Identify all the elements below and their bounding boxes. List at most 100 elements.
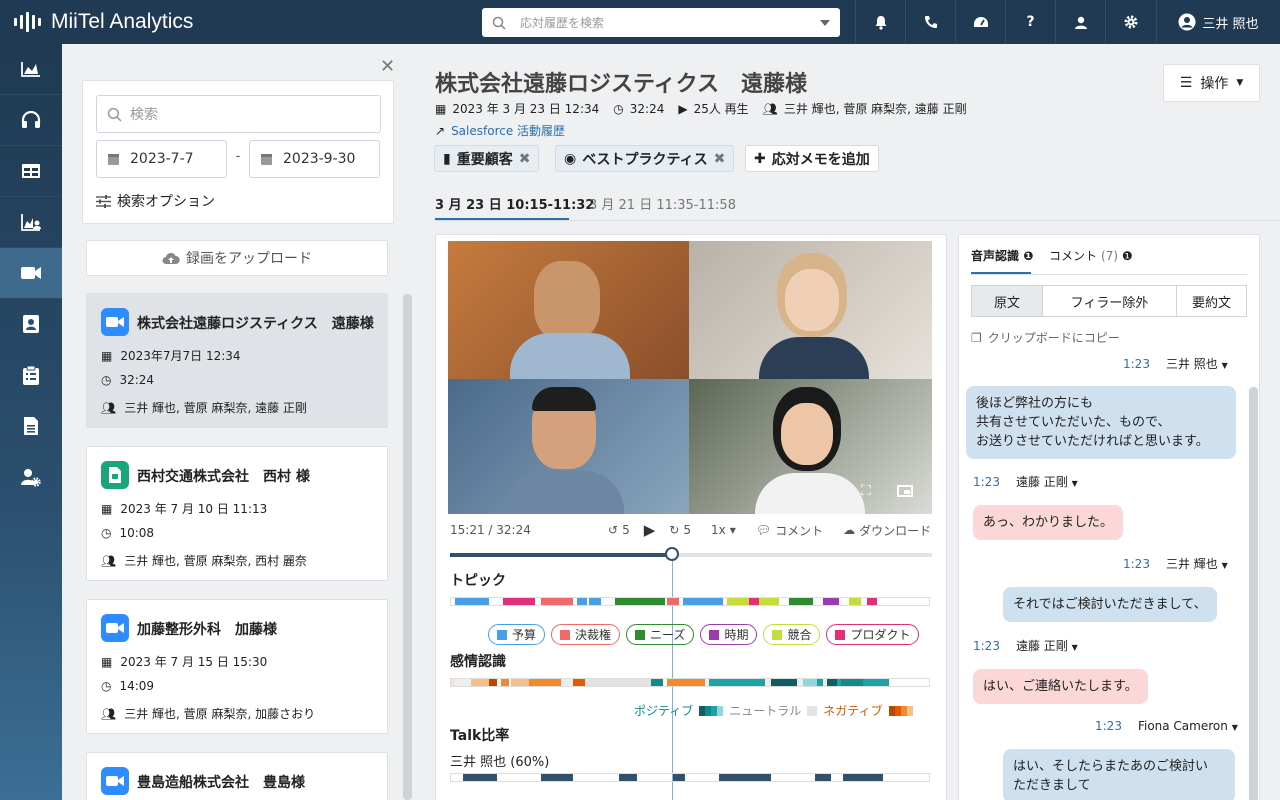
calendar-icon: ▦ [101, 348, 113, 363]
tag-best-practice[interactable]: ◉ ベストプラクティス ✖ [555, 145, 735, 172]
nav-user-settings[interactable] [0, 452, 62, 503]
nav-analytics[interactable] [0, 44, 62, 95]
speaker-name[interactable]: 遠藤 正剛 ▼ [1016, 473, 1078, 490]
date-from-field[interactable]: 2023-7-7 [96, 140, 227, 178]
recording-item-3[interactable]: 加藤整形外科 加藤様 ▦ 2023 年 7 月 15 日 15:30 ◷ 14:09… [86, 599, 388, 734]
play-button[interactable]: ▶ [644, 521, 656, 539]
search-options-button[interactable]: 検索オプション [96, 191, 215, 211]
nav-recordings[interactable] [0, 248, 62, 299]
speaker-name[interactable]: 三井 輝也 ▼ [1166, 555, 1228, 572]
copy-to-clipboard[interactable]: ❐ クリップボードにコピー [971, 329, 1120, 346]
legend-authority[interactable]: 決裁権 [551, 624, 621, 645]
nav-documents[interactable] [0, 401, 62, 452]
salesforce-label: Salesforce 活動履歴 [451, 124, 566, 138]
speaker-name[interactable]: 遠藤 正剛 ▼ [1016, 637, 1078, 654]
message-header: 1:23 三井 照也 ▼ [1123, 355, 1228, 372]
recording-item-1[interactable]: 株式会社遠藤ロジスティクス 遠藤様 ▦ 2023年7月7日 12:34 ◷ 32:2… [86, 293, 388, 428]
transcript-card: 音声認識 ❶ コメント (7) ❶ 原文 フィラー除外 要約文 ❐ クリップボードに… [958, 234, 1260, 800]
speed-select[interactable]: 1x ▼ [711, 523, 736, 537]
speed-value: 1x [710, 523, 726, 537]
player-card: ⛶ 15:21 / 32:24 ↺ 5 ▶ ↻ 5 1x ▼ 💬︎ コメント ☁ ダウンロ… [435, 234, 947, 800]
topic-timeline[interactable] [450, 597, 930, 606]
progress-track[interactable] [450, 553, 932, 557]
gear-icon[interactable] [1105, 0, 1155, 44]
list-search-field[interactable]: 検索 [96, 95, 381, 133]
nav-contacts[interactable] [0, 299, 62, 350]
tab-session-2[interactable]: 3 月 21 日 11:35-11:58 [589, 194, 736, 213]
tab-session-1[interactable]: 3 月 23 日 10:15-11:32 [435, 194, 594, 213]
nav-tasks[interactable] [0, 350, 62, 401]
video-player[interactable]: ⛶ [448, 241, 932, 514]
plus-icon: ✚ [754, 150, 766, 167]
recording-item-2[interactable]: 西村交通株式会社 西村 様 ▦ 2023 年 7 月 10 日 11:13 ◷ 10… [86, 446, 388, 581]
remove-tag-icon[interactable]: ✖ [714, 151, 726, 167]
recording-date: 2023 年 7 月 15 日 15:30 [120, 655, 268, 669]
nav-reports[interactable] [0, 197, 62, 248]
tab-speech-recognition[interactable]: 音声認識 ❶ [971, 247, 1033, 264]
users-icon: 👥︎ [101, 553, 117, 568]
message-time[interactable]: 1:23 [973, 639, 1000, 653]
message-time[interactable]: 1:23 [1095, 719, 1122, 733]
talk-timeline[interactable] [450, 773, 930, 782]
forward-button[interactable]: ↻ 5 [669, 523, 691, 537]
remove-tag-icon[interactable]: ✖ [519, 151, 531, 167]
message-time[interactable]: 1:23 [973, 475, 1000, 489]
speaker-name[interactable]: Fiona Cameron ▼ [1138, 719, 1238, 733]
tab-comments[interactable]: コメント (7) ❶ [1049, 247, 1133, 264]
app-logo[interactable]: MiiTel Analytics [14, 0, 193, 44]
mode-original[interactable]: 原文 [971, 285, 1043, 317]
recording-item-4[interactable]: 豊島造船株式会社 豊島様 [86, 752, 388, 800]
legend-timing[interactable]: 時期 [700, 624, 758, 645]
close-icon[interactable]: ✕ [380, 56, 395, 77]
nav-table[interactable] [0, 146, 62, 197]
mode-filler-removed[interactable]: フィラー除外 [1043, 285, 1177, 317]
contact-card-icon [23, 315, 39, 333]
dashboard-icon[interactable] [955, 0, 1005, 44]
support-agent-icon[interactable] [1055, 0, 1105, 44]
legend-label: ニーズ [650, 628, 686, 642]
mode-summary[interactable]: 要約文 [1177, 285, 1247, 317]
tag-important-customer[interactable]: ▮ 重要顧客 ✖ [434, 145, 540, 172]
chevron-down-icon: ▼ [1231, 723, 1238, 732]
forward-seconds: 5 [683, 523, 691, 537]
fullscreen-icon[interactable]: ⛶ [861, 483, 871, 499]
message-time[interactable]: 1:23 [1123, 357, 1150, 371]
legend-competitor[interactable]: 競合 [763, 624, 821, 645]
speaker-name[interactable]: 三井 照也 ▼ [1166, 355, 1228, 372]
message-time[interactable]: 1:23 [1123, 557, 1150, 571]
bell-icon[interactable] [855, 0, 905, 44]
transcript-scrollbar[interactable] [1249, 387, 1258, 800]
chevron-down-icon: ▼ [1221, 561, 1228, 570]
rewind-button[interactable]: ↺ 5 [608, 523, 630, 537]
participants: 三井 輝也, 菅原 麻梨奈, 遠藤 正剛 [783, 102, 967, 116]
global-search-input[interactable] [520, 15, 820, 30]
download-button[interactable]: ☁ ダウンロード [843, 522, 931, 539]
meta-row: ▦ 2023 年 3 月 23 日 12:34 ◷ 32:24 ▶ 25人 再生 👥︎… [435, 100, 967, 117]
help-icon[interactable]: ? [1005, 0, 1055, 44]
legend-budget[interactable]: 予算 [488, 624, 546, 645]
progress-handle[interactable] [664, 547, 679, 561]
chevron-down-icon[interactable] [820, 19, 830, 26]
tag-label: ベストプラクティス [582, 151, 708, 168]
action-menu-button[interactable]: ☰ 操作 ▼ [1163, 64, 1260, 102]
upload-recording-button[interactable]: 録画をアップロード [86, 240, 388, 276]
list-scrollbar[interactable] [403, 294, 412, 800]
legend-needs[interactable]: ニーズ [626, 624, 695, 645]
picture-in-picture-icon[interactable] [897, 485, 913, 497]
transcript-mode-group: 原文 フィラー除外 要約文 [971, 285, 1247, 317]
user-menu[interactable]: 三井 照也 [1156, 0, 1280, 44]
add-memo-button[interactable]: ✚ 応対メモを追加 [745, 145, 879, 172]
emotion-timeline[interactable] [450, 678, 930, 687]
global-search[interactable] [482, 8, 840, 37]
salesforce-link[interactable]: ↗ Salesforce 活動履歴 [435, 122, 565, 139]
date-to-field[interactable]: 2023-9-30 [249, 140, 380, 178]
legend-product[interactable]: プロダクト [826, 624, 920, 645]
recording-people-row: 👥︎ 三井 輝也, 菅原 麻梨奈, 西村 麗奈 [101, 552, 307, 569]
calendar-icon [261, 154, 272, 165]
message-bubble: はい、ご連絡いたします。 [973, 669, 1148, 704]
phone-icon[interactable] [905, 0, 955, 44]
nav-calls[interactable] [0, 95, 62, 146]
comment-button[interactable]: 💬︎ コメント [756, 522, 823, 539]
video-icon [101, 308, 129, 336]
recording-list-panel: ✕ 検索 2023-7-7 - 2023-9-30 検索オプション 録画をアップ… [62, 44, 415, 800]
